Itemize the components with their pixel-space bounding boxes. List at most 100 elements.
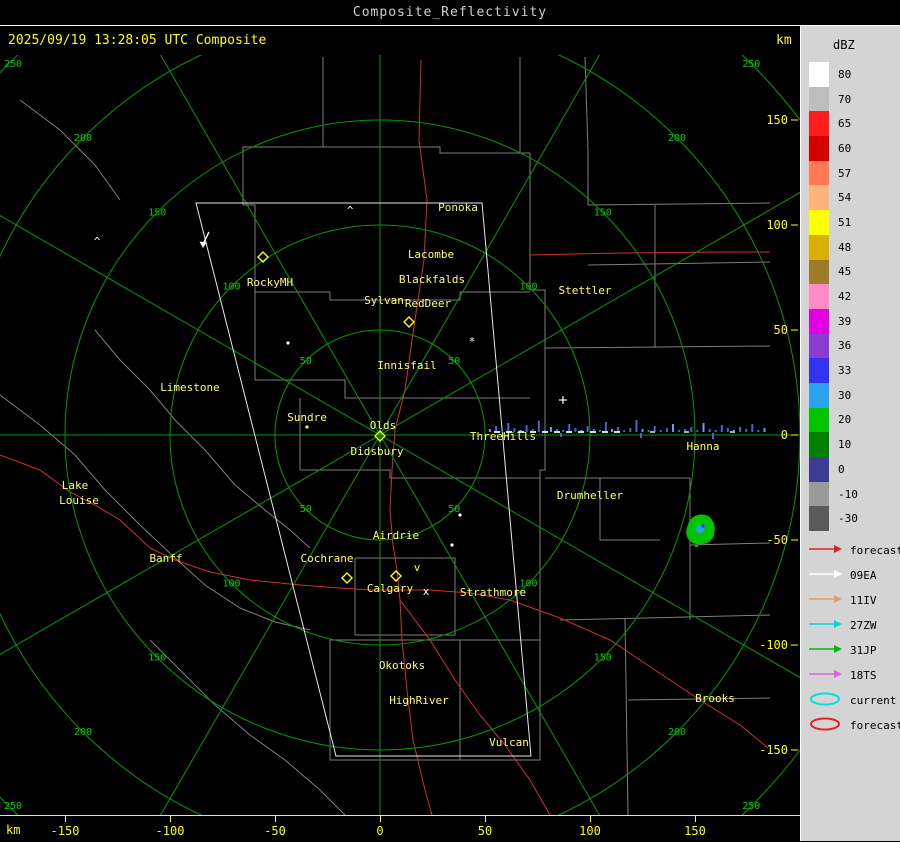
noise-tick: [726, 428, 729, 432]
legend-arrow-icon: [807, 591, 845, 610]
y-axis-tick: [791, 119, 798, 121]
colorbar-value-label: -10: [838, 487, 858, 501]
legend-arrow-icon: [807, 566, 845, 585]
colorbar: 80 70 65 60 57 54 51 48 45 42 39 36 33 30 20 10 0 -10 -30: [809, 62, 858, 532]
colorbar-row: 54: [809, 185, 858, 211]
legend-ellipse-icon: [807, 691, 845, 710]
noise-tick: [604, 422, 607, 432]
radar-map[interactable]: 50 50 50 50 100 100 100 100 150 150 150 150 200 200 20…: [0, 55, 800, 815]
legend-arrow-icon: [807, 616, 845, 635]
range-ring-label: 150: [148, 207, 166, 218]
city-label: Banff: [149, 552, 182, 565]
noise-tick: [562, 430, 565, 432]
city-label: RedDeer: [405, 297, 452, 310]
city-label: Ponoka: [438, 201, 478, 214]
noise-tick: [629, 428, 632, 432]
colorbar-value-label: 10: [838, 438, 852, 452]
colorbar-row: 10: [809, 432, 858, 457]
colorbar-value-label: 45: [838, 265, 852, 279]
colorbar-row: -10: [809, 481, 858, 507]
y-axis-tick: [791, 434, 798, 436]
y-axis-tick: [791, 224, 798, 226]
legend-row: 27ZW: [807, 613, 900, 638]
x-axis-tick-label: -100: [155, 824, 185, 838]
noise-tick: [757, 430, 760, 432]
y-axis-unit-label: km: [776, 33, 792, 48]
noise-dash: [554, 431, 560, 433]
colorbar-value-label: 20: [838, 413, 852, 427]
range-ring-label: 100: [519, 282, 537, 293]
colorbar-row: 30: [809, 382, 858, 408]
noise-tick: [586, 426, 589, 432]
colorbar-block: [809, 62, 829, 87]
x-axis-tick: [380, 816, 381, 822]
x-axis-tick-label: 150: [684, 824, 706, 838]
range-ring-label: 250: [742, 59, 760, 70]
noise-tick: [659, 430, 662, 432]
city-label: Innisfail: [377, 359, 437, 372]
colorbar-row: 45: [809, 259, 858, 285]
range-ring-label: 100: [222, 578, 240, 589]
noise-tick: [641, 429, 644, 432]
colorbar-title: dBZ: [833, 38, 855, 52]
range-ring-label: 150: [594, 207, 612, 218]
colorbar-row: 42: [809, 284, 858, 309]
noise-tick: [640, 433, 642, 438]
legend-label: 09EA: [850, 569, 877, 582]
colorbar-value-label: 70: [838, 92, 852, 106]
city-label: Stettler: [559, 284, 612, 297]
x-axis-tick: [485, 816, 486, 822]
colorbar-block: [809, 210, 829, 235]
city-label: Lake: [62, 479, 89, 492]
y-axis-tick: [791, 749, 798, 751]
vee-marker-icon: v: [414, 561, 421, 574]
legend-row: current: [807, 688, 900, 713]
noise-tick: [745, 429, 748, 432]
city-label: Sylvan: [364, 294, 404, 307]
legend-ellipse-icon: [807, 716, 845, 735]
noise-tick: [763, 428, 766, 432]
noise-tick: [702, 423, 705, 432]
colorbar-row: -30: [809, 506, 858, 532]
noise-tick: [672, 424, 674, 432]
colorbar-value-label: 57: [838, 166, 852, 180]
city-label: Cochrane: [301, 552, 354, 565]
colorbar-value-label: 51: [838, 215, 852, 229]
x-axis-tick-label: -50: [264, 824, 286, 838]
colorbar-row: 57: [809, 160, 858, 186]
legend-label: 31JP: [850, 644, 877, 657]
range-ring-label: 50: [448, 504, 460, 515]
legend-arrow-icon: [807, 541, 845, 560]
colorbar-value-label: 65: [838, 117, 852, 131]
colorbar-value-label: 36: [838, 339, 852, 353]
noise-tick: [751, 424, 754, 432]
window-titlebar: Composite_Reflectivity: [0, 0, 900, 26]
city-label: Lacombe: [408, 248, 454, 261]
colorbar-block: [809, 86, 829, 112]
x-axis-tick: [170, 816, 171, 822]
colorbar-row: 48: [809, 234, 858, 260]
y-axis-tick: [791, 644, 798, 646]
noise-tick: [611, 429, 613, 432]
x-axis-tick-label: 100: [579, 824, 601, 838]
x-axis-unit-label: km: [6, 823, 21, 837]
x-axis-tick-label: -150: [50, 824, 80, 838]
x-axis-tick: [590, 816, 591, 822]
noise-tick: [720, 425, 723, 432]
noise-dash: [602, 431, 608, 433]
range-ring-label: 200: [668, 133, 686, 144]
city-label: Brooks: [695, 692, 735, 705]
x-axis-tick: [275, 816, 276, 822]
noise-tick: [690, 427, 693, 432]
colorbar-row: 60: [809, 136, 858, 161]
city-label: Calgary: [367, 582, 414, 595]
legend-label: 27ZW: [850, 619, 877, 632]
colorbar-value-label: 39: [838, 314, 852, 328]
cross-marker-icon: x: [423, 585, 430, 598]
noise-tick: [708, 429, 711, 432]
dot-marker-icon: [286, 341, 290, 345]
colorbar-value-label: 30: [838, 388, 852, 402]
noise-tick: [712, 433, 714, 439]
city-label: Olds: [370, 419, 397, 432]
city-label: Didsbury: [351, 445, 404, 458]
